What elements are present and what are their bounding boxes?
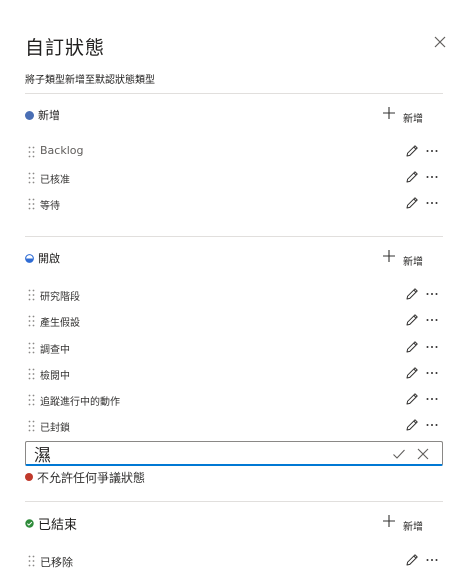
new-status-input[interactable] [34, 443, 374, 463]
edit-pencil-icon[interactable] [405, 340, 419, 354]
edit-pencil-icon[interactable] [405, 287, 419, 301]
checkmark-icon[interactable] [392, 447, 406, 461]
group-closed-add-button[interactable]: 新增 [383, 515, 423, 533]
status-row: 調查中 [25, 337, 443, 359]
panel-title: 自訂狀態 [25, 37, 106, 59]
edit-pencil-icon[interactable] [405, 313, 419, 327]
drag-handle-icon[interactable] [28, 146, 35, 158]
status-row: 追蹤進行中的動作 [25, 389, 443, 411]
more-options-icon[interactable] [425, 287, 439, 301]
status-row: 產生假設 [25, 310, 443, 332]
add-icon [383, 107, 395, 119]
check-circle-icon [25, 519, 34, 528]
status-label: 已封鎖 [40, 423, 70, 434]
half-circle-status-icon [25, 254, 34, 263]
status-label: 等待 [40, 201, 60, 212]
drag-handle-icon[interactable] [28, 394, 35, 406]
more-options-icon[interactable] [425, 313, 439, 327]
more-options-icon[interactable] [425, 418, 439, 432]
status-label: Backlog [40, 144, 84, 157]
more-options-icon[interactable] [425, 392, 439, 406]
status-label: 研究階段 [40, 292, 80, 303]
edit-pencil-icon[interactable] [405, 170, 419, 184]
add-label: 新增 [403, 522, 423, 533]
more-options-icon[interactable] [425, 196, 439, 210]
edit-pencil-icon[interactable] [405, 144, 419, 158]
status-label: 追蹤進行中的動作 [40, 397, 120, 408]
new-status-field [25, 441, 443, 466]
drag-handle-icon[interactable] [28, 368, 35, 380]
divider [25, 93, 443, 94]
group-closed-header: 已結束 新增 [25, 514, 443, 534]
panel-subtitle: 將子類型新增至默認狀態類型 [25, 75, 155, 86]
status-dot-new [25, 111, 34, 120]
status-label: 已移除 [40, 556, 73, 569]
edit-pencil-icon[interactable] [405, 196, 419, 210]
drag-handle-icon[interactable] [28, 172, 35, 184]
more-options-icon[interactable] [425, 170, 439, 184]
status-row: 研究階段 [25, 284, 443, 306]
group-new-add-button[interactable]: 新增 [383, 107, 423, 125]
status-label: 調查中 [40, 345, 70, 356]
status-label: 檢閱中 [40, 371, 70, 382]
status-row: 檢閱中 [25, 363, 443, 385]
drag-handle-icon[interactable] [28, 555, 35, 567]
status-row: 已封鎖 [25, 415, 443, 437]
custom-status-panel: 自訂狀態 將子類型新增至默認狀態類型 新增 新增 Backlog 已核准 等待 [0, 0, 467, 583]
close-icon[interactable] [433, 35, 447, 49]
divider [25, 236, 443, 237]
status-label: 產生假設 [40, 318, 80, 329]
status-row: 已核准 [25, 167, 443, 189]
edit-pencil-icon[interactable] [405, 553, 419, 567]
status-row: 等待 [25, 193, 443, 215]
error-icon [25, 473, 33, 481]
more-options-icon[interactable] [425, 366, 439, 380]
drag-handle-icon[interactable] [28, 342, 35, 354]
group-new-title: 新增 [38, 109, 60, 122]
drag-handle-icon[interactable] [28, 315, 35, 327]
drag-handle-icon[interactable] [28, 289, 35, 301]
status-row: 已移除 [25, 550, 443, 572]
divider [25, 501, 443, 502]
add-label: 新增 [403, 257, 423, 268]
validation-text: 不允許任何爭議狀態 [37, 471, 146, 485]
drag-handle-icon[interactable] [28, 198, 35, 210]
drag-handle-icon[interactable] [28, 420, 35, 432]
group-open-header: 開啟 新增 [25, 249, 443, 269]
status-row: Backlog [25, 141, 443, 163]
add-icon [383, 515, 395, 527]
group-open-title: 開啟 [38, 252, 60, 265]
edit-pencil-icon[interactable] [405, 392, 419, 406]
add-label: 新增 [403, 114, 423, 125]
more-options-icon[interactable] [425, 144, 439, 158]
group-closed-title: 已結束 [38, 518, 78, 533]
group-new-header: 新增 新增 [25, 106, 443, 126]
group-open-add-button[interactable]: 新增 [383, 250, 423, 268]
more-options-icon[interactable] [425, 340, 439, 354]
add-icon [383, 250, 395, 262]
more-options-icon[interactable] [425, 553, 439, 567]
cancel-icon[interactable] [416, 447, 430, 461]
edit-pencil-icon[interactable] [405, 418, 419, 432]
edit-pencil-icon[interactable] [405, 366, 419, 380]
status-label: 已核准 [40, 175, 70, 186]
